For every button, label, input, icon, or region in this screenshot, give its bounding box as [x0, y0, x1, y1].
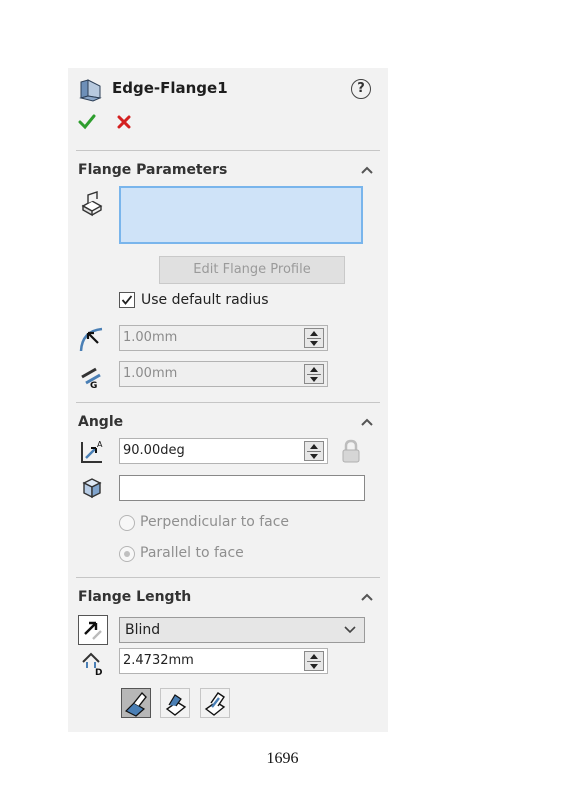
gap-distance-value: 1.00mm: [123, 366, 178, 381]
inner-virtual-sharp-button[interactable]: [160, 688, 190, 718]
tangent-bend-icon: [204, 692, 226, 716]
cancel-button[interactable]: [116, 114, 132, 130]
gap-distance-icon: G: [81, 367, 101, 389]
property-manager-panel: Edge-Flange1 ? Flange Parameters Edit Fl…: [68, 68, 388, 732]
section-title-flange-parameters: Flange Parameters: [78, 162, 228, 178]
edit-flange-profile-button[interactable]: Edit Flange Profile: [159, 256, 345, 284]
bend-radius-field[interactable]: 1.00mm: [119, 325, 328, 351]
lock-icon[interactable]: [340, 439, 362, 463]
direction-arrow-icon: [84, 621, 102, 640]
divider: [76, 402, 380, 403]
spinner-arrows[interactable]: [304, 328, 324, 348]
reverse-direction-button[interactable]: [78, 615, 108, 645]
svg-text:A: A: [97, 440, 103, 449]
chevron-up-icon[interactable]: [360, 417, 374, 427]
panel-title: Edge-Flange1: [112, 79, 228, 97]
perpendicular-label: Perpendicular to face: [140, 514, 290, 530]
flange-angle-value: 90.00deg: [123, 443, 185, 458]
flange-angle-icon: A: [81, 440, 103, 463]
gap-distance-field[interactable]: 1.00mm: [119, 361, 328, 387]
edge-select-icon: [81, 191, 103, 217]
bend-radius-icon: [79, 327, 103, 352]
chevron-up-icon[interactable]: [360, 165, 374, 175]
edge-flange-icon: [79, 79, 102, 102]
use-default-radius-label: Use default radius: [141, 292, 269, 308]
spinner-arrows[interactable]: [304, 364, 324, 384]
svg-text:G: G: [90, 381, 97, 389]
use-default-radius-checkbox[interactable]: [119, 292, 135, 308]
help-icon[interactable]: ?: [351, 79, 371, 99]
tangent-bend-button[interactable]: [200, 688, 230, 718]
outer-virtual-sharp-icon: [124, 691, 147, 717]
inner-virtual-sharp-icon: [165, 694, 187, 716]
flange-length-field[interactable]: 2.4732mm: [119, 648, 328, 674]
outer-virtual-sharp-button[interactable]: [121, 688, 151, 718]
flange-angle-field[interactable]: 90.00deg: [119, 438, 328, 464]
page-number: 1696: [266, 750, 299, 767]
face-selection-field[interactable]: [119, 475, 365, 501]
section-title-flange-length: Flange Length: [78, 589, 192, 605]
svg-text:D: D: [95, 668, 102, 676]
edge-selection-box[interactable]: [119, 186, 363, 244]
chevron-down-icon: [344, 626, 356, 634]
chevron-up-icon[interactable]: [360, 592, 374, 602]
ok-button[interactable]: [78, 113, 96, 131]
divider: [76, 150, 380, 151]
checkmark-icon: [121, 295, 133, 305]
face-select-icon: [82, 478, 102, 499]
section-title-angle: Angle: [78, 414, 124, 430]
spinner-arrows[interactable]: [304, 651, 324, 671]
bend-radius-value: 1.00mm: [123, 330, 178, 345]
end-condition-select[interactable]: Blind: [119, 617, 365, 643]
end-condition-value: Blind: [125, 622, 161, 638]
flange-length-icon: D: [82, 652, 102, 676]
perpendicular-radio[interactable]: [119, 515, 135, 531]
flange-length-value: 2.4732mm: [123, 653, 194, 668]
parallel-label: Parallel to face: [140, 545, 244, 561]
spinner-arrows[interactable]: [304, 441, 324, 461]
divider: [76, 577, 380, 578]
parallel-radio[interactable]: [119, 546, 135, 562]
